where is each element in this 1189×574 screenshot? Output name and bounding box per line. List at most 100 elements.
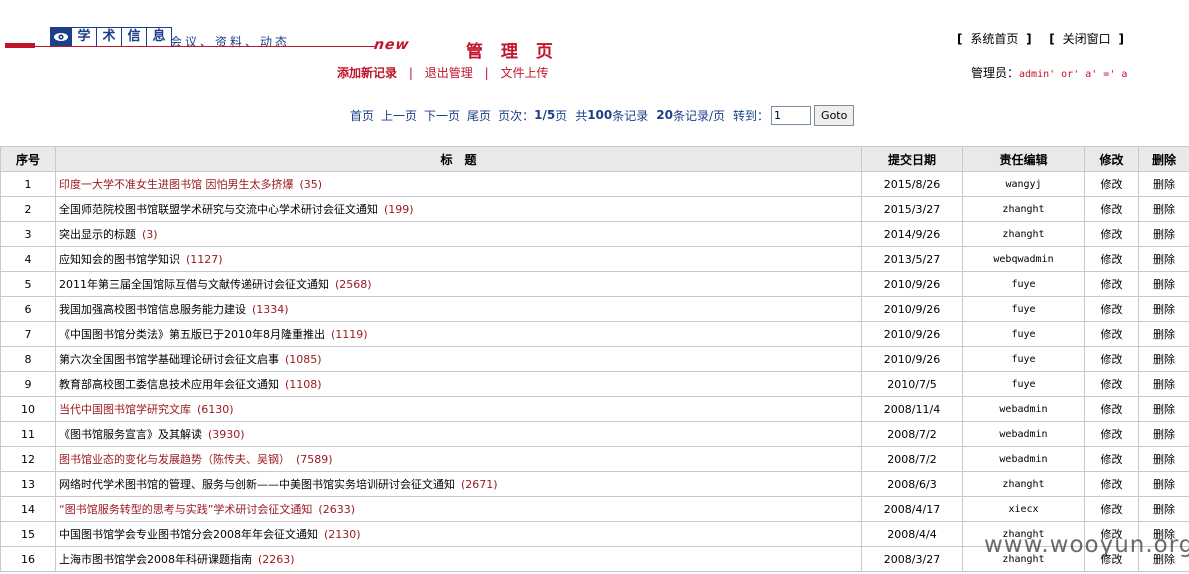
edit-link[interactable]: 修改 — [1101, 353, 1123, 366]
cell-no: 12 — [0, 446, 56, 472]
delete-link[interactable]: 删除 — [1153, 503, 1175, 516]
cell-date: 2010/7/5 — [861, 371, 963, 397]
record-title-link[interactable]: “图书馆服务转型的思考与实践”学术研讨会征文通知 (2633) — [59, 503, 355, 516]
record-title-link[interactable]: 全国师范院校图书馆联盟学术研究与交流中心学术研讨会征文通知 (199) — [59, 203, 414, 216]
delete-link[interactable]: 删除 — [1153, 228, 1175, 241]
edit-link[interactable]: 修改 — [1101, 453, 1123, 466]
record-title-link[interactable]: 图书馆业态的变化与发展趋势（陈传夫、吴钢） (7589) — [59, 453, 333, 466]
cell-title: 教育部高校图工委信息技术应用年会征文通知 (1108) — [55, 371, 862, 397]
action-separator: | — [484, 66, 489, 80]
upload-file-link[interactable]: 文件上传 — [500, 66, 548, 80]
record-title-link[interactable]: 2011年第三届全国馆际互借与文献传递研讨会征文通知 (2568) — [59, 278, 372, 291]
delete-link[interactable]: 删除 — [1153, 378, 1175, 391]
delete-link[interactable]: 删除 — [1153, 478, 1175, 491]
delete-link[interactable]: 删除 — [1153, 303, 1175, 316]
record-title: 教育部高校图工委信息技术应用年会征文通知 — [59, 378, 279, 391]
cell-title: 应知知会的图书馆学知识 (1127) — [55, 246, 862, 272]
table-row: 4 应知知会的图书馆学知识 (1127) 2013/5/27 webqwadmin 修改 删… — [0, 246, 1189, 272]
delete-link[interactable]: 删除 — [1153, 353, 1175, 366]
records-table: 序号 标 题 提交日期 责任编辑 修改 删除 1 印度一大学不准女生进图书馆 因怕… — [0, 146, 1189, 572]
close-window-link[interactable]: 关闭窗口 — [1063, 32, 1111, 46]
edit-link[interactable]: 修改 — [1101, 253, 1123, 266]
total-prefix: 共 — [575, 108, 588, 123]
action-separator: | — [408, 66, 413, 80]
cell-title: 《图书馆服务宣言》及其解读 (3930) — [55, 421, 862, 447]
goto-button[interactable]: Goto — [814, 104, 855, 126]
record-title-link[interactable]: 我国加强高校图书馆信息服务能力建设 (1334) — [59, 303, 289, 316]
delete-link[interactable]: 删除 — [1153, 428, 1175, 441]
edit-link[interactable]: 修改 — [1101, 478, 1123, 491]
edit-link[interactable]: 修改 — [1101, 278, 1123, 291]
record-title-link[interactable]: 网络时代学术图书馆的管理、服务与创新——中美图书馆实务培训研讨会征文通知 (267… — [59, 478, 498, 491]
delete-link[interactable]: 删除 — [1153, 203, 1175, 216]
record-title-link[interactable]: 中国图书馆学会专业图书馆分会2008年年会征文通知 (2130) — [59, 528, 361, 541]
cell-no: 13 — [0, 471, 56, 497]
record-title-link[interactable]: 印度一大学不准女生进图书馆 因怕男生太多挤爆 (35) — [59, 178, 322, 191]
delete-link[interactable]: 删除 — [1153, 403, 1175, 416]
cell-date: 2008/7/2 — [861, 421, 963, 447]
record-title-link[interactable]: 第六次全国图书馆学基础理论研讨会征文启事 (1085) — [59, 353, 322, 366]
delete-link[interactable]: 删除 — [1153, 178, 1175, 191]
delete-link[interactable]: 删除 — [1153, 453, 1175, 466]
record-title-link[interactable]: 突出显示的标题 (3) — [59, 228, 158, 241]
total-suffix: 条记录 — [612, 108, 649, 123]
add-record-link[interactable]: 添加新记录 — [337, 66, 397, 80]
record-title: 突出显示的标题 — [59, 228, 136, 241]
edit-link[interactable]: 修改 — [1101, 403, 1123, 416]
edit-link[interactable]: 修改 — [1101, 203, 1123, 216]
edit-link[interactable]: 修改 — [1101, 178, 1123, 191]
cell-title: 当代中国图书馆学研究文库 (6130) — [55, 396, 862, 422]
edit-link[interactable]: 修改 — [1101, 328, 1123, 341]
cell-editor: fuye — [962, 296, 1085, 322]
cell-no: 4 — [0, 246, 56, 272]
edit-link[interactable]: 修改 — [1101, 428, 1123, 441]
prev-page-link[interactable]: 上一页 — [381, 107, 417, 124]
page-current: 1 — [534, 108, 543, 122]
record-title-link[interactable]: 应知知会的图书馆学知识 (1127) — [59, 253, 223, 266]
record-title-link[interactable]: 教育部高校图工委信息技术应用年会征文通知 (1108) — [59, 378, 322, 391]
system-home-link[interactable]: 系统首页 — [970, 32, 1018, 46]
record-title-link[interactable]: 当代中国图书馆学研究文库 (6130) — [59, 403, 234, 416]
delete-link[interactable]: 删除 — [1153, 328, 1175, 341]
edit-link[interactable]: 修改 — [1101, 378, 1123, 391]
cell-editor: fuye — [962, 271, 1085, 297]
last-page-link[interactable]: 尾页 — [467, 107, 491, 124]
logout-link[interactable]: 退出管理 — [425, 66, 473, 80]
cell-title: 中国图书馆学会专业图书馆分会2008年年会征文通知 (2130) — [55, 521, 862, 547]
record-view-count: (3) — [142, 228, 158, 241]
next-page-link[interactable]: 下一页 — [424, 107, 460, 124]
record-title: 图书馆业态的变化与发展趋势（陈传夫、吴钢） — [59, 453, 290, 466]
cell-title: 第六次全国图书馆学基础理论研讨会征文启事 (1085) — [55, 346, 862, 372]
cell-date: 2013/5/27 — [861, 246, 963, 272]
record-title-link[interactable]: 上海市图书馆学会2008年科研课题指南 (2263) — [59, 553, 295, 566]
table-row: 9 教育部高校图工委信息技术应用年会征文通知 (1108) 2010/7/5 fuye 修… — [0, 371, 1189, 397]
record-title-link[interactable]: 《图书馆服务宣言》及其解读 (3930) — [59, 428, 245, 441]
record-view-count: (1085) — [285, 353, 322, 366]
delete-link[interactable]: 删除 — [1153, 278, 1175, 291]
edit-link[interactable]: 修改 — [1101, 503, 1123, 516]
cell-editor: webadmin — [962, 446, 1085, 472]
cell-no: 2 — [0, 196, 56, 222]
record-title: 印度一大学不准女生进图书馆 因怕男生太多挤爆 — [59, 178, 294, 191]
first-page-link[interactable]: 首页 — [350, 107, 374, 124]
cell-no: 9 — [0, 371, 56, 397]
table-row: 10 当代中国图书馆学研究文库 (6130) 2008/11/4 webadmin 修改 删… — [0, 396, 1189, 422]
table-row: 6 我国加强高校图书馆信息服务能力建设 (1334) 2010/9/26 fuye 修改 删… — [0, 296, 1189, 322]
delete-link[interactable]: 删除 — [1153, 253, 1175, 266]
cell-editor: zhanght — [962, 221, 1085, 247]
site-slogan: 会议、资料、动态 — [170, 35, 291, 49]
bracket: [ — [1049, 32, 1055, 46]
admin-actions: 添加新记录 | 退出管理 | 文件上传 — [337, 64, 548, 81]
cell-delete: 删除 — [1138, 321, 1189, 347]
cell-date: 2015/3/27 — [861, 196, 963, 222]
record-title: 网络时代学术图书馆的管理、服务与创新——中美图书馆实务培训研讨会征文通知 — [59, 478, 455, 491]
record-title-link[interactable]: 《中国图书馆分类法》第五版已于2010年8月隆重推出 (1119) — [59, 328, 368, 341]
record-view-count: (3930) — [208, 428, 245, 441]
cell-no: 15 — [0, 521, 56, 547]
cell-edit: 修改 — [1084, 171, 1139, 197]
edit-link[interactable]: 修改 — [1101, 303, 1123, 316]
cell-date: 2010/9/26 — [861, 271, 963, 297]
edit-link[interactable]: 修改 — [1101, 228, 1123, 241]
record-view-count: (1119) — [331, 328, 368, 341]
page-jump-input[interactable] — [771, 105, 812, 125]
